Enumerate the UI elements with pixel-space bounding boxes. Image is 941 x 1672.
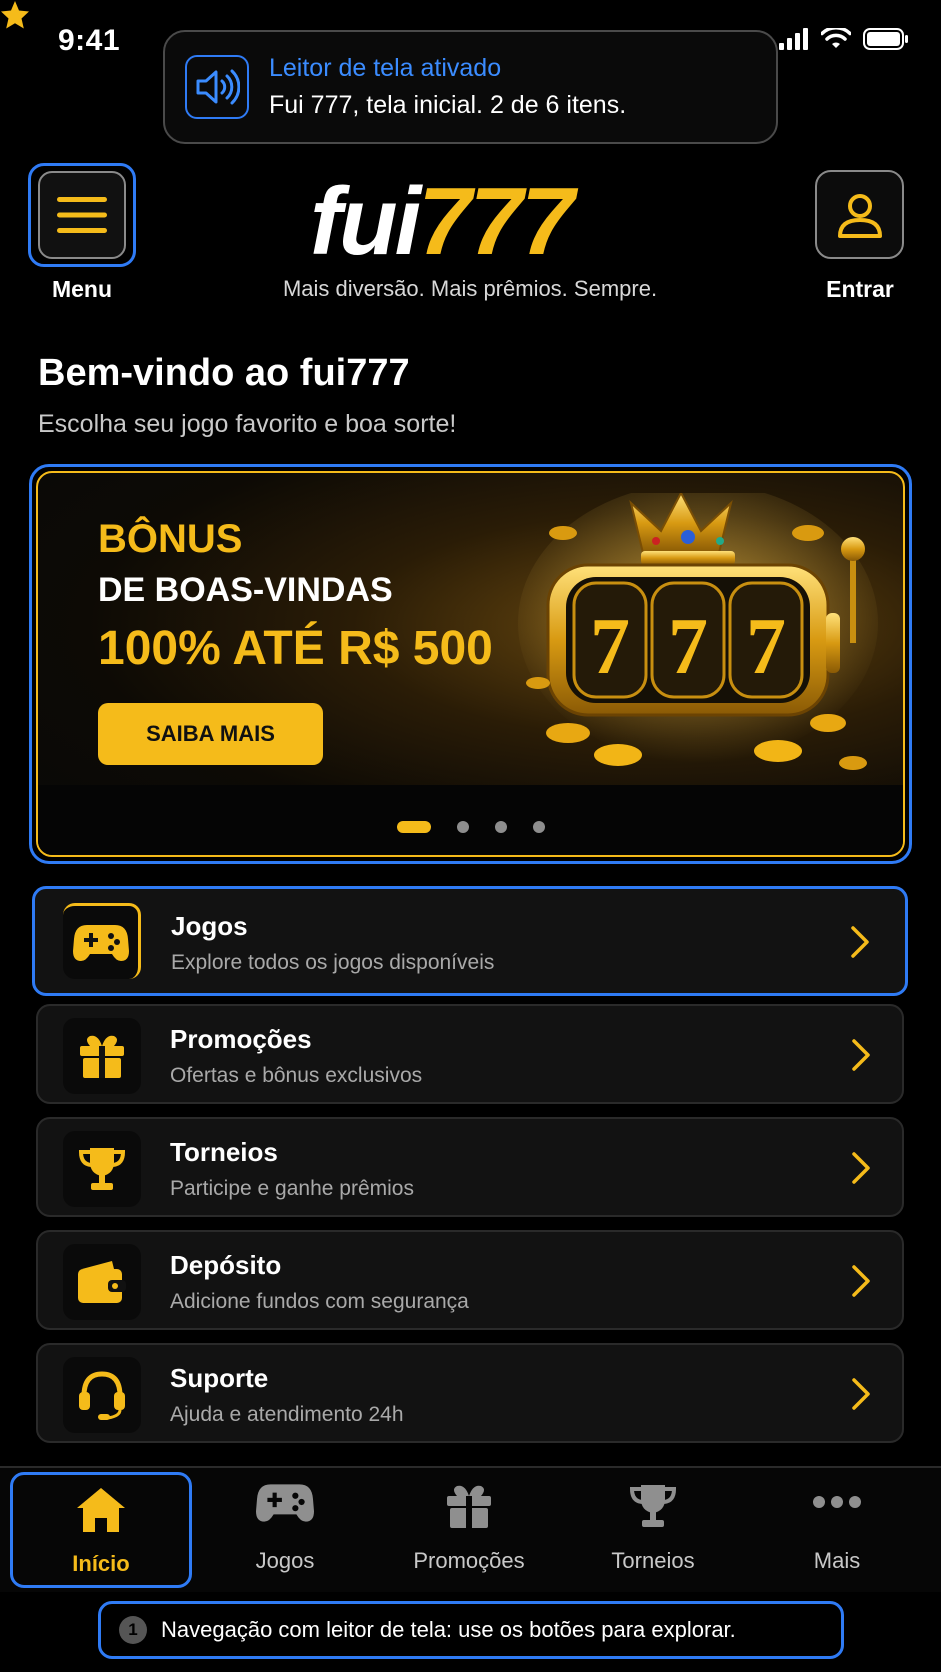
hint-number-badge: 1 xyxy=(119,1616,147,1644)
chevron-right-icon xyxy=(852,1265,870,1297)
carousel-dot-3[interactable] xyxy=(494,821,507,833)
screen-reader-hint: 1 Navegação com leitor de tela: use os b… xyxy=(98,1601,844,1659)
banner-line-1: BÔNUS xyxy=(98,517,243,561)
saiba-mais-button[interactable]: SAIBA MAIS xyxy=(98,703,323,765)
list-item-title: Promoções xyxy=(170,1024,312,1054)
chevron-right-icon xyxy=(852,1039,870,1071)
svg-text:7: 7 xyxy=(590,603,630,691)
welcome-bonus-banner[interactable]: BÔNUS DE BOAS-VINDAS 100% ATÉ R$ 500 SAI… xyxy=(36,471,905,857)
sr-toast-title: Leitor de tela ativado xyxy=(269,54,502,82)
list-item-title: Suporte xyxy=(170,1363,269,1393)
welcome-title: Bem-vindo ao fui777 xyxy=(38,352,410,394)
wallet-icon xyxy=(63,1244,141,1320)
tagline: Mais diversão. Mais prêmios. Sempre. xyxy=(282,276,658,301)
banner-line-3: 100% ATÉ R$ 500 xyxy=(98,622,493,675)
wifi-icon xyxy=(821,28,851,48)
nav-label: Início xyxy=(72,1551,130,1576)
chevron-right-icon xyxy=(852,1152,870,1184)
list-item-torneios[interactable]: Torneios Participe e ganhe prêmios xyxy=(36,1117,904,1217)
list-item-suporte[interactable]: Suporte Ajuda e atendimento 24h xyxy=(36,1343,904,1443)
nav-item-jogos[interactable]: Jogos xyxy=(194,1468,376,1588)
gamepad-icon xyxy=(256,1484,314,1522)
sr-toast-description: Fui 777, tela inicial. 2 de 6 itens. xyxy=(269,91,627,119)
status-icons xyxy=(779,28,909,50)
gift-icon xyxy=(447,1485,491,1528)
logo-text-fui: fui xyxy=(310,168,421,275)
headset-icon xyxy=(63,1357,141,1433)
menu-label: Menu xyxy=(51,276,113,302)
svg-text:7: 7 xyxy=(746,603,786,691)
list-item-description: Ofertas e bônus exclusivos xyxy=(170,1064,423,1087)
chevron-right-icon xyxy=(852,1378,870,1410)
slot-machine-illustration: 7 7 7 xyxy=(518,493,878,770)
gift-icon xyxy=(63,1018,141,1094)
list-item-title: Torneios xyxy=(170,1137,278,1167)
status-time: 9:41 xyxy=(58,24,121,57)
nav-item-promocoes[interactable]: Promoções xyxy=(378,1468,560,1588)
nav-item-torneios[interactable]: Torneios xyxy=(562,1468,744,1588)
screen-reader-toast: Leitor de tela ativado Fui 777, tela ini… xyxy=(163,30,778,144)
carousel-dots xyxy=(38,821,903,833)
user-icon xyxy=(837,193,882,238)
list-item-title: Depósito xyxy=(170,1250,282,1280)
list-item-description: Ajuda e atendimento 24h xyxy=(170,1403,404,1426)
list-item-jogos[interactable]: Jogos Explore todos os jogos disponíveis xyxy=(32,886,908,996)
welcome-subtitle: Escolha seu jogo favorito e boa sorte! xyxy=(38,410,457,438)
hint-text: Navegação com leitor de tela: use os bot… xyxy=(161,1617,736,1642)
list-item-description: Adicione fundos com segurança xyxy=(170,1290,469,1313)
nav-label: Jogos xyxy=(255,1548,315,1573)
list-item-promocoes[interactable]: Promoções Ofertas e bônus exclusivos xyxy=(36,1004,904,1104)
trophy-icon xyxy=(63,1131,141,1207)
speaker-icon xyxy=(185,55,249,119)
logo-text-777: 777 xyxy=(418,168,574,275)
carousel-dot-1[interactable] xyxy=(396,821,431,833)
nav-label: Mais xyxy=(813,1548,861,1573)
trophy-icon xyxy=(629,1485,677,1527)
nav-label: Promoções xyxy=(413,1548,525,1573)
fui777-logo: fui 777 xyxy=(310,160,574,275)
svg-text:7: 7 xyxy=(668,603,708,691)
nav-item-mais[interactable]: Mais xyxy=(746,1468,928,1588)
home-icon xyxy=(77,1488,125,1532)
banner-bottom-band xyxy=(38,785,903,855)
nav-item-inicio[interactable]: Início xyxy=(10,1472,192,1588)
bottom-navigation: Início Jogos Promoções Torneios Mais xyxy=(0,1466,941,1592)
list-item-description: Participe e ganhe prêmios xyxy=(170,1177,414,1200)
nav-label: Torneios xyxy=(611,1548,695,1573)
menu-button[interactable] xyxy=(28,163,136,267)
login-button[interactable] xyxy=(815,170,904,259)
list-item-deposito[interactable]: Depósito Adicione fundos com segurança xyxy=(36,1230,904,1330)
carousel-dot-2[interactable] xyxy=(456,821,469,833)
banner-line-2: DE BOAS-VINDAS xyxy=(98,571,393,609)
more-icon xyxy=(813,1496,861,1508)
hamburger-icon xyxy=(57,197,107,233)
login-label: Entrar xyxy=(826,276,894,302)
chevron-right-icon xyxy=(851,926,869,958)
list-item-title: Jogos xyxy=(171,911,248,941)
carousel-dot-4[interactable] xyxy=(532,821,545,833)
star-icon xyxy=(0,1,29,29)
list-item-description: Explore todos os jogos disponíveis xyxy=(171,951,495,974)
gamepad-icon xyxy=(63,903,141,979)
battery-icon xyxy=(863,28,908,50)
signal-icon xyxy=(779,28,808,50)
